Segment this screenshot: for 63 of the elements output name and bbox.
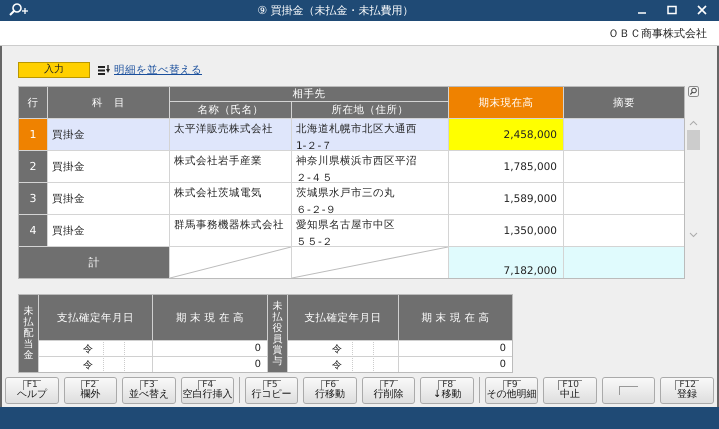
function-key[interactable]: F1 ヘルプ bbox=[5, 376, 58, 404]
function-key[interactable]: F4 空白行挿入 bbox=[180, 376, 234, 404]
table-cell: 茨城県水戸市三の丸 ６-２-９ bbox=[292, 183, 448, 214]
amount-field[interactable]: 0 bbox=[399, 357, 512, 372]
column-header: 名称（氏名） bbox=[170, 102, 291, 118]
row-number[interactable]: 4 bbox=[19, 215, 47, 246]
total-label: 計 bbox=[19, 247, 169, 278]
column-header: 行 bbox=[19, 87, 47, 118]
column-header: 科 目 bbox=[48, 87, 169, 118]
date-field[interactable]: 令 bbox=[288, 341, 398, 356]
date-field[interactable]: 令 bbox=[39, 341, 152, 356]
search-plus-icon[interactable] bbox=[8, 3, 30, 18]
amount-field[interactable]: 0 bbox=[153, 341, 267, 356]
column-header: 相手先 bbox=[170, 87, 448, 102]
function-key[interactable]: F5 行コピー bbox=[244, 376, 298, 404]
table-cell: 北海道札幌市北区大通西 1-２-７ bbox=[292, 119, 448, 150]
function-key[interactable]: F12 登録 bbox=[660, 376, 714, 404]
function-key[interactable]: F9 その他明細 bbox=[484, 376, 538, 404]
table-cell: 2,458,000 bbox=[449, 119, 563, 150]
table-cell: 神奈川県横浜市西区平沼 ２-４５ bbox=[292, 151, 448, 182]
table-cell: 1,350,000 bbox=[449, 215, 563, 246]
sort-list-icon[interactable] bbox=[98, 65, 110, 76]
amount-field[interactable]: 0 bbox=[399, 341, 512, 356]
row-number[interactable]: 2 bbox=[19, 151, 47, 182]
table-cell: 太平洋販売株式会社 bbox=[170, 119, 291, 150]
column-header: 支払確定年月日 bbox=[288, 295, 398, 340]
function-key[interactable]: F2 欄外 bbox=[64, 376, 117, 404]
maximize-icon[interactable] bbox=[667, 5, 677, 16]
scrollbar-thumb[interactable] bbox=[687, 130, 700, 150]
date-field[interactable]: 令 bbox=[288, 357, 398, 372]
company-name: ＯＢＣ商事株式会社 bbox=[608, 26, 707, 41]
date-field[interactable]: 令 bbox=[39, 357, 152, 372]
table-cell: 買掛金 bbox=[48, 119, 169, 150]
table-cell: 株式会社岩手産業 bbox=[170, 151, 291, 182]
table-cell: 買掛金 bbox=[48, 183, 169, 214]
function-key[interactable]: F10 中止 bbox=[543, 376, 597, 404]
table-cell: 愛知県名古屋市中区 ５５-２ bbox=[292, 215, 448, 246]
section-label: 未払役員賞与 bbox=[268, 295, 287, 372]
table-cell: 1,589,000 bbox=[449, 183, 563, 214]
function-key[interactable]: F8 ↓移動 bbox=[420, 376, 474, 404]
function-key[interactable]: F6 行移動 bbox=[303, 376, 357, 404]
column-header: 期末現在高 bbox=[449, 87, 563, 118]
zoom-icon[interactable] bbox=[688, 86, 699, 98]
function-key[interactable]: F7 行削除 bbox=[362, 376, 416, 404]
sort-details-link[interactable]: 明細を並べ替える bbox=[114, 63, 202, 78]
window-title: ⑨ 買掛金（未払金・未払費用） bbox=[256, 2, 415, 18]
table-cell: 1,785,000 bbox=[449, 151, 563, 182]
column-header: 支払確定年月日 bbox=[39, 295, 152, 340]
row-number[interactable]: 3 bbox=[19, 183, 47, 214]
function-key[interactable]: F3 並べ替え bbox=[122, 376, 176, 404]
table-cell: 株式会社茨城電気 bbox=[170, 183, 291, 214]
close-icon[interactable] bbox=[697, 5, 707, 16]
column-header: 所在地（住所） bbox=[292, 102, 448, 118]
column-header: 期 末 現 在 高 bbox=[153, 295, 267, 340]
amount-field[interactable]: 0 bbox=[153, 357, 267, 372]
column-header: 期 末 現 在 高 bbox=[399, 295, 512, 340]
table-cell: 買掛金 bbox=[48, 151, 169, 182]
table-cell: 群馬事務機器株式会社 bbox=[170, 215, 291, 246]
mode-indicator: 入力 bbox=[18, 62, 90, 78]
section-label: 未払配当金 bbox=[19, 295, 38, 372]
column-header: 摘要 bbox=[564, 87, 684, 118]
total-amount: 7,182,000 bbox=[449, 247, 563, 278]
table-cell: 買掛金 bbox=[48, 215, 169, 246]
